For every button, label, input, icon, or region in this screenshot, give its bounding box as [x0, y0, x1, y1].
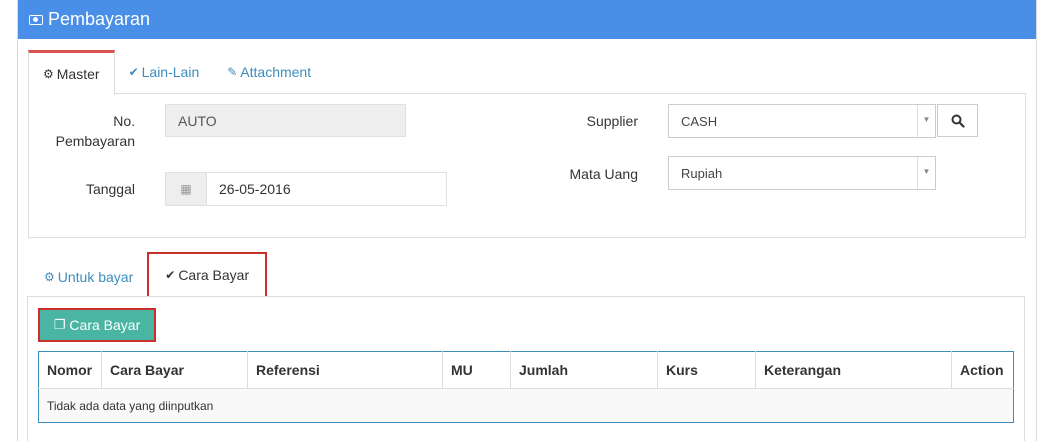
- no-pembayaran-label-line2: Pembayaran: [55, 133, 135, 149]
- supplier-search-button[interactable]: [937, 104, 978, 137]
- mata-uang-select[interactable]: Rupiah ▼: [668, 156, 936, 190]
- paperclip-icon: ✎: [227, 65, 238, 79]
- payment-panel: Pembayaran ⚙ Master ✔ Lain-Lain ✎ Attach…: [17, 0, 1037, 441]
- tab-master[interactable]: ⚙ Master: [28, 50, 115, 95]
- tab-untuk-bayar[interactable]: ⚙ Untuk bayar: [30, 256, 147, 297]
- tab-attachment[interactable]: ✎ Attachment: [213, 50, 325, 94]
- page-title: Pembayaran: [48, 9, 151, 29]
- tab-lain-lain[interactable]: ✔ Lain-Lain: [115, 50, 214, 94]
- supplier-label: Supplier: [586, 113, 638, 129]
- cogs-icon: ⚙: [44, 269, 55, 284]
- cogs-icon: ⚙: [43, 67, 54, 81]
- tab-master-label: Master: [56, 66, 100, 82]
- supplier-value: CASH: [681, 113, 718, 129]
- search-icon: [951, 114, 965, 128]
- copy-icon: ❐: [53, 317, 66, 332]
- tanggal-label: Tanggal: [85, 181, 135, 197]
- chevron-down-icon: ▼: [917, 157, 935, 189]
- tab-cara-bayar-label: Cara Bayar: [178, 267, 250, 283]
- money-icon: [29, 14, 43, 25]
- supplier-select[interactable]: CASH ▼: [668, 104, 936, 138]
- mata-uang-value: Rupiah: [681, 165, 723, 181]
- tab-untuk-bayar-label: Untuk bayar: [57, 268, 134, 285]
- no-pembayaran-field[interactable]: AUTO: [165, 104, 406, 137]
- top-tabs: ⚙ Master ✔ Lain-Lain ✎ Attachment: [28, 50, 325, 95]
- chevron-down-icon: ▼: [917, 105, 935, 137]
- tanggal-datepicker[interactable]: ▦ 26-05-2016: [165, 172, 447, 206]
- check-circle-icon: ✔: [165, 268, 176, 282]
- check-circle-icon: ✔: [128, 65, 139, 79]
- add-cara-bayar-button[interactable]: ❐ Cara Bayar: [38, 308, 156, 342]
- tab-lain-lain-label: Lain-Lain: [141, 64, 200, 80]
- calendar-icon[interactable]: ▦: [166, 173, 207, 205]
- mata-uang-label: Mata Uang: [569, 166, 638, 182]
- no-pembayaran-label-line1: No.: [113, 113, 135, 129]
- tab-attachment-label: Attachment: [240, 64, 312, 80]
- detail-tabs: ⚙ Untuk bayar ✔ Cara Bayar: [30, 252, 268, 298]
- tanggal-value: 26-05-2016: [207, 173, 446, 205]
- add-cara-bayar-label: Cara Bayar: [69, 317, 141, 333]
- panel-header: Pembayaran: [18, 0, 1036, 39]
- no-pembayaran-label: No. Pembayaran: [38, 111, 135, 151]
- tab-cara-bayar[interactable]: ✔ Cara Bayar: [147, 252, 268, 298]
